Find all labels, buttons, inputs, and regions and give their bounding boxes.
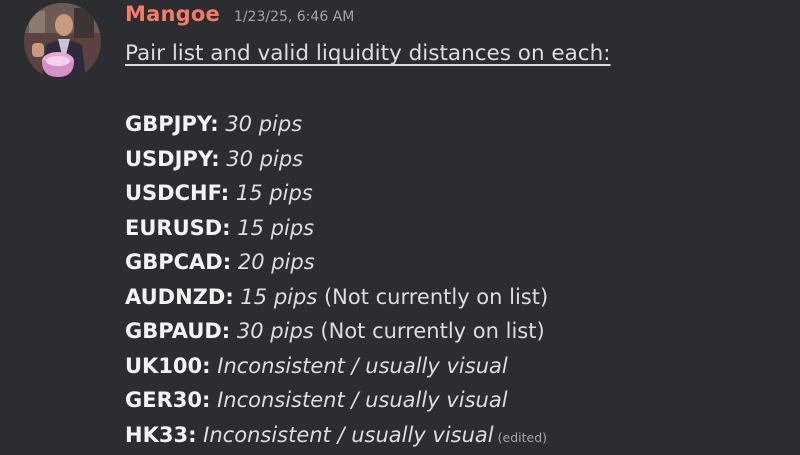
message-intro: Pair list and valid liquidity distances … <box>125 39 785 69</box>
pair-name: GBPAUD: <box>125 319 230 343</box>
list-item: EURUSD: 15 pips <box>125 211 785 246</box>
pair-distance: Inconsistent / usually visual <box>217 388 507 412</box>
pair-name: GBPCAD: <box>125 250 231 274</box>
pair-distance: 20 pips <box>238 250 315 274</box>
pair-note: (Not currently on list) <box>320 319 544 343</box>
pair-distance: Inconsistent / usually visual <box>203 423 493 447</box>
pair-distance: 15 pips <box>237 216 314 240</box>
pair-distance: 30 pips <box>226 147 303 171</box>
pair-distance: 30 pips <box>237 319 314 343</box>
list-item: UK100: Inconsistent / usually visual <box>125 349 785 384</box>
pair-distance: 30 pips <box>225 112 302 136</box>
avatar-image <box>24 3 101 80</box>
list-item: AUDNZD: 15 pips (Not currently on list) <box>125 280 785 315</box>
pair-distance: Inconsistent / usually visual <box>217 354 507 378</box>
pair-name: GER30: <box>125 388 210 412</box>
list-item: GBPAUD: 30 pips (Not currently on list) <box>125 314 785 349</box>
pair-distance: 15 pips <box>236 181 313 205</box>
pair-list: GBPJPY: 30 pipsUSDJPY: 30 pipsUSDCHF: 15… <box>125 107 785 455</box>
username[interactable]: Mangoe <box>125 2 220 26</box>
list-item: HK33: Inconsistent / usually visual (edit… <box>125 418 785 455</box>
pair-name: EURUSD: <box>125 216 231 240</box>
pair-name: HK33: <box>125 423 196 447</box>
list-item: GBPJPY: 30 pips <box>125 107 785 142</box>
pair-name: GBPJPY: <box>125 112 219 136</box>
edited-label[interactable]: (edited) <box>498 430 547 445</box>
timestamp[interactable]: 1/23/25, 6:46 AM <box>234 9 354 25</box>
list-item: GBPCAD: 20 pips <box>125 245 785 280</box>
pair-name: AUDNZD: <box>125 285 234 309</box>
pair-distance: 15 pips <box>240 285 317 309</box>
list-item: USDCHF: 15 pips <box>125 176 785 211</box>
message-header: Mangoe 1/23/25, 6:46 AM <box>125 2 354 32</box>
pair-note: (Not currently on list) <box>324 285 548 309</box>
pair-name: UK100: <box>125 354 211 378</box>
chat-message: Mangoe 1/23/25, 6:46 AM Pair list and va… <box>0 0 800 445</box>
message-content: Pair list and valid liquidity distances … <box>125 39 785 455</box>
avatar[interactable] <box>24 3 101 80</box>
list-item: GER30: Inconsistent / usually visual <box>125 383 785 418</box>
pair-name: USDCHF: <box>125 181 229 205</box>
list-item: USDJPY: 30 pips <box>125 142 785 177</box>
pair-name: USDJPY: <box>125 147 220 171</box>
